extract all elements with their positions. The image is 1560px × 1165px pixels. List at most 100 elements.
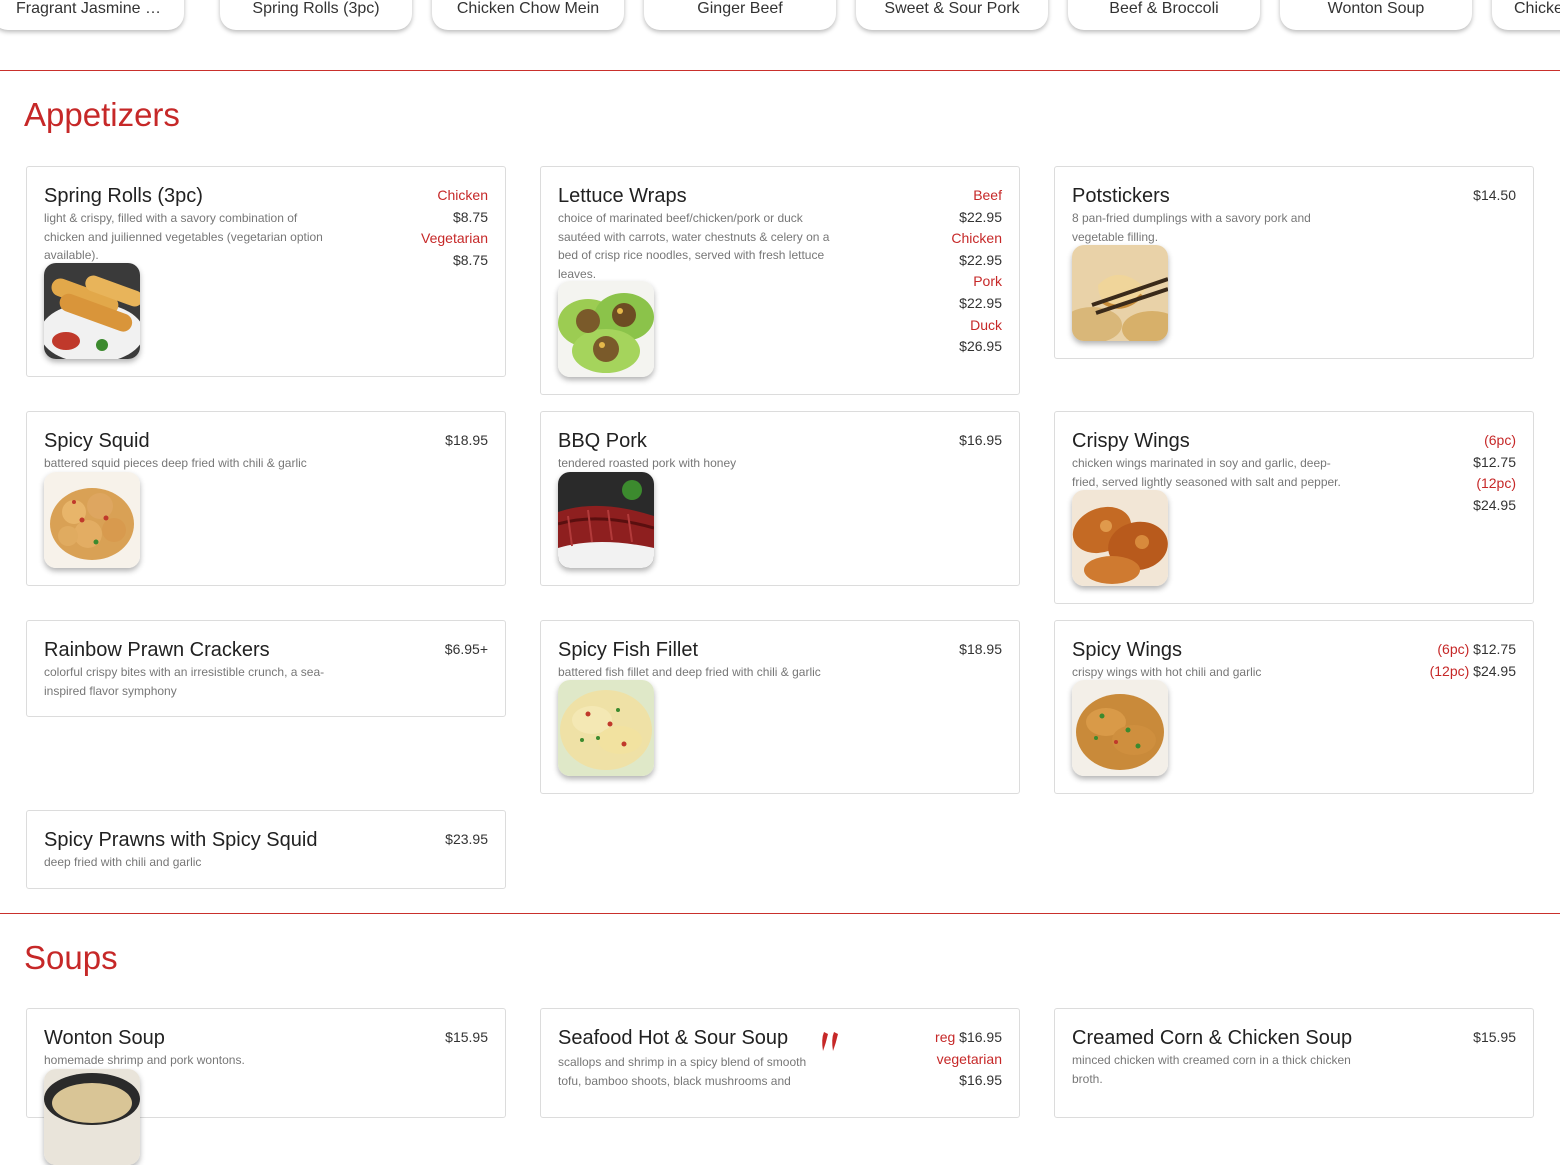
section-divider — [0, 70, 1560, 71]
price-value: $22.95 — [959, 208, 1002, 225]
price-label: Pork — [973, 273, 1002, 290]
item-name: Spicy Squid — [44, 430, 150, 452]
nav-chip-ginger-beef[interactable]: Ginger Beef — [644, 0, 836, 30]
price-value: $12.75 — [1473, 453, 1516, 470]
item-prices: (6pc) $12.75 (12pc) $24.95 — [1430, 639, 1516, 682]
price-value: $16.95 — [959, 1072, 1002, 1089]
item-prices: reg $16.95 vegetarian $16.95 — [935, 1027, 1002, 1092]
nav-chip-wonton-soup[interactable]: Wonton Soup — [1280, 0, 1472, 30]
menu-item-spicy-wings[interactable]: Spicy Wings crispy wings with hot chili … — [1054, 620, 1534, 794]
menu-item-spicy-prawns-with-squid[interactable]: Spicy Prawns with Spicy Squid deep fried… — [26, 810, 506, 889]
item-name: Potstickers — [1072, 185, 1170, 207]
nav-chip-chicken[interactable]: Chicken — [1492, 0, 1560, 30]
item-prices: $23.95 — [445, 829, 488, 851]
price-label: (12pc) — [1476, 475, 1516, 492]
category-nav: Fragrant Jasmine White Rice Spring Rolls… — [0, 0, 1560, 40]
item-prices: $15.95 — [445, 1027, 488, 1049]
price-value: $23.95 — [445, 831, 488, 847]
price-value: $26.95 — [959, 338, 1002, 355]
item-name: Spicy Prawns with Spicy Squid — [44, 829, 318, 851]
item-description: homemade shrimp and pork wontons. — [44, 1053, 245, 1067]
potstickers-photo — [1072, 245, 1168, 341]
item-prices: $16.95 — [959, 430, 1002, 452]
menu-item-spring-rolls[interactable]: Spring Rolls (3pc) light & crispy, fille… — [26, 166, 506, 377]
item-prices: $15.95 — [1473, 1027, 1516, 1049]
price-row: (6pc) $12.75 — [1430, 639, 1516, 661]
price-value: $18.95 — [959, 641, 1002, 657]
price-label: Chicken — [437, 187, 488, 203]
item-description: minced chicken with creamed corn in a th… — [1072, 1053, 1351, 1086]
price-label: Duck — [970, 316, 1002, 333]
menu-item-seafood-hot-sour-soup[interactable]: Seafood Hot & Sour Soup scallops and shr… — [540, 1008, 1020, 1118]
item-name: Crispy Wings — [1072, 430, 1190, 452]
item-name: Rainbow Prawn Crackers — [44, 639, 270, 661]
price-value: $18.95 — [445, 432, 488, 448]
nav-chip-beef-broccoli[interactable]: Beef & Broccoli — [1068, 0, 1260, 30]
item-prices: (6pc) $12.75 (12pc) $24.95 — [1473, 430, 1516, 516]
price-value: $12.75 — [1473, 641, 1516, 657]
nav-chip-spring-rolls[interactable]: Spring Rolls (3pc) — [220, 0, 412, 30]
section-title-soups: Soups — [24, 939, 118, 976]
price-label: Vegetarian — [421, 230, 488, 247]
nav-chip-chow-mein[interactable]: Chicken Chow Mein — [432, 0, 624, 30]
price-value: $15.95 — [445, 1029, 488, 1045]
price-label: (6pc) — [1437, 641, 1470, 657]
price-row: reg $16.95 — [935, 1027, 1002, 1049]
menu-item-spicy-squid[interactable]: Spicy Squid battered squid pieces deep f… — [26, 411, 506, 586]
menu-item-rainbow-prawn-crackers[interactable]: Rainbow Prawn Crackers colorful crispy b… — [26, 620, 506, 717]
nav-chip-jasmine-rice[interactable]: Fragrant Jasmine White Rice — [0, 0, 184, 30]
price-value: $24.95 — [1473, 662, 1516, 679]
nav-chip-sweet-sour-pork[interactable]: Sweet & Sour Pork — [856, 0, 1048, 30]
item-description: light & crispy, filled with a savory com… — [44, 211, 323, 262]
price-label: Chicken — [951, 230, 1002, 247]
item-prices: $6.95+ — [445, 639, 488, 661]
price-value: $15.95 — [1473, 1029, 1516, 1045]
item-name: Spring Rolls (3pc) — [44, 185, 203, 207]
spicy-squid-photo — [44, 472, 140, 568]
item-description: battered squid pieces deep fried with ch… — [44, 456, 307, 470]
item-prices: $18.95 — [445, 430, 488, 452]
item-description: scallops and shrimp in a spicy blend of … — [558, 1055, 807, 1088]
price-value: $16.95 — [959, 432, 1002, 448]
item-prices: Chicken $8.75 Vegetarian $8.75 — [421, 185, 488, 271]
item-description: colorful crispy bites with an irresistib… — [44, 665, 325, 698]
item-name: Lettuce Wraps — [558, 185, 687, 207]
price-value: $16.95 — [959, 1029, 1002, 1045]
spicy-fish-fillet-photo — [558, 680, 654, 776]
item-description: deep fried with chili and garlic — [44, 855, 202, 869]
item-description: battered fish fillet and deep fried with… — [558, 665, 821, 679]
menu-item-potstickers[interactable]: Potstickers 8 pan-fried dumplings with a… — [1054, 166, 1534, 359]
menu-item-creamed-corn-chicken-soup[interactable]: Creamed Corn & Chicken Soup minced chick… — [1054, 1008, 1534, 1118]
price-label: (6pc) — [1484, 432, 1516, 448]
price-label: (12pc) — [1429, 662, 1470, 679]
bbq-pork-photo — [558, 472, 654, 568]
spicy-wings-photo — [1072, 680, 1168, 776]
menu-item-wonton-soup[interactable]: Wonton Soup homemade shrimp and pork won… — [26, 1008, 506, 1165]
menu-item-spicy-fish-fillet[interactable]: Spicy Fish Fillet battered fish fillet a… — [540, 620, 1020, 794]
price-label: vegetarian — [936, 1050, 1002, 1067]
item-description: chicken wings marinated in soy and garli… — [1072, 456, 1341, 489]
item-description: 8 pan-fried dumplings with a savory pork… — [1072, 211, 1311, 244]
item-prices: $14.50 — [1473, 185, 1516, 207]
item-description: tendered roasted pork with honey — [558, 456, 737, 470]
item-name: BBQ Pork — [558, 430, 647, 452]
price-value: $6.95+ — [444, 641, 488, 657]
price-value: $22.95 — [959, 251, 1002, 268]
crispy-wings-photo — [1072, 490, 1168, 586]
item-prices: $18.95 — [959, 639, 1002, 661]
price-label: reg — [935, 1029, 956, 1045]
price-row: (12pc) $24.95 — [1430, 661, 1516, 683]
price-label: Beef — [973, 187, 1002, 203]
price-value: $14.50 — [1473, 187, 1516, 203]
section-title-appetizers: Appetizers — [24, 96, 180, 133]
price-value: $8.75 — [452, 208, 488, 225]
item-name: Spicy Wings — [1072, 639, 1183, 661]
menu-item-lettuce-wraps[interactable]: Lettuce Wraps choice of marinated beef/c… — [540, 166, 1020, 395]
item-name: Seafood Hot & Sour Soup — [558, 1027, 789, 1049]
price-value: $24.95 — [1473, 496, 1516, 513]
menu-item-bbq-pork[interactable]: BBQ Pork tendered roasted pork with hone… — [540, 411, 1020, 586]
section-divider — [0, 913, 1560, 914]
item-description: crispy wings with hot chili and garlic — [1072, 665, 1262, 679]
item-name: Wonton Soup — [44, 1027, 165, 1049]
menu-item-crispy-wings[interactable]: Crispy Wings chicken wings marinated in … — [1054, 411, 1534, 604]
